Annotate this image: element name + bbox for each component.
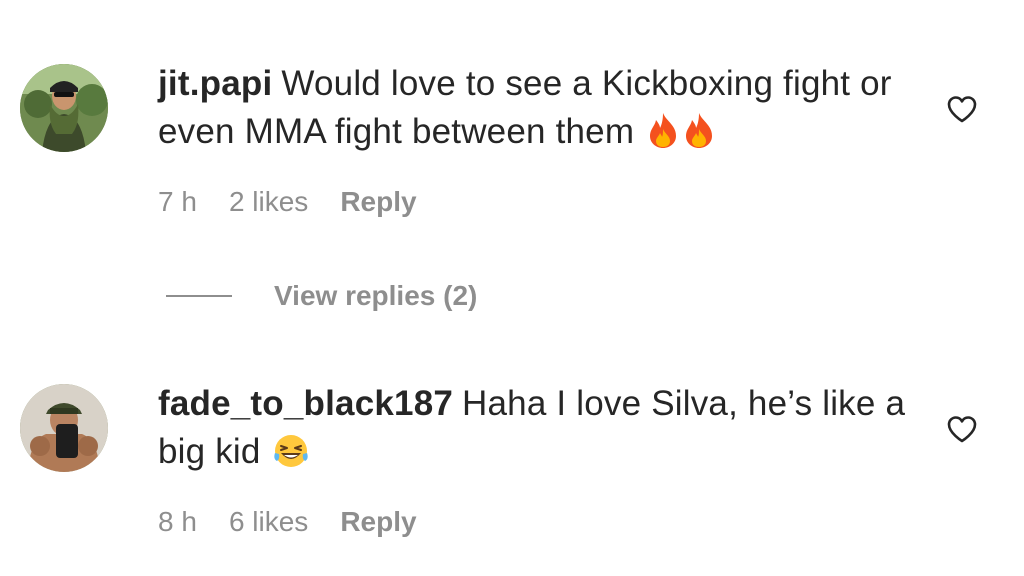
comment-time: 8 h bbox=[158, 506, 197, 537]
view-replies-label: View replies (2) bbox=[274, 280, 478, 311]
comment-text-block: fade_to_black187 Haha I love Silva, he’s … bbox=[158, 380, 918, 482]
laughing-face-icon bbox=[273, 433, 309, 482]
comment-username[interactable]: fade_to_black187 bbox=[158, 384, 453, 423]
avatar-image bbox=[20, 384, 108, 472]
comment-likes[interactable]: 2 likes bbox=[229, 186, 308, 217]
comment-likes[interactable]: 6 likes bbox=[229, 506, 308, 537]
avatar[interactable] bbox=[20, 64, 108, 152]
fire-icon bbox=[682, 111, 716, 162]
view-replies-button[interactable]: View replies (2) bbox=[166, 280, 477, 312]
comment-time: 7 h bbox=[158, 186, 197, 217]
comment-text-block: jit.papi Would love to see a Kickboxing f… bbox=[158, 60, 918, 162]
heart-outline-icon[interactable] bbox=[946, 414, 978, 444]
comment-body: jit.papi Would love to see a Kickboxing f… bbox=[158, 60, 918, 217]
reply-button[interactable]: Reply bbox=[340, 186, 416, 217]
fire-icon bbox=[646, 111, 680, 162]
avatar[interactable] bbox=[20, 384, 108, 472]
comment-body: fade_to_black187 Haha I love Silva, he’s … bbox=[158, 380, 918, 537]
avatar-image bbox=[20, 64, 108, 152]
comment-username[interactable]: jit.papi bbox=[158, 64, 272, 103]
reply-button[interactable]: Reply bbox=[340, 506, 416, 537]
heart-outline-icon[interactable] bbox=[946, 94, 978, 124]
comment-meta: 7 h 2 likes Reply bbox=[158, 186, 449, 218]
comment-meta: 8 h 6 likes Reply bbox=[158, 506, 449, 538]
view-replies-divider bbox=[166, 295, 232, 297]
comments-screen: jit.papi Would love to see a Kickboxing f… bbox=[0, 0, 1024, 576]
